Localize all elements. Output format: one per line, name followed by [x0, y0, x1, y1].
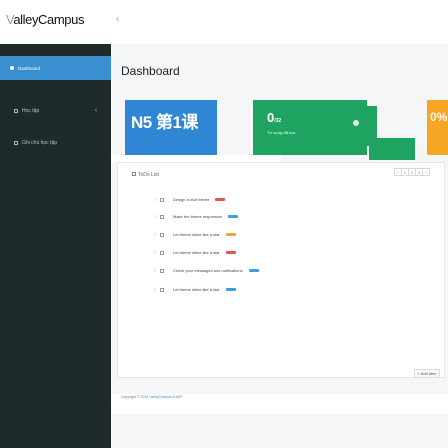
sidebar-item-label: Ghi chú học tập — [22, 140, 58, 146]
todo-item[interactable]: ⁝⁝ Let theme shine like a star — [118, 250, 236, 255]
sidebar-item-ghi-chu[interactable]: Ghi chú học tập — [0, 136, 111, 150]
course-card[interactable]: N5 第1课 — [125, 100, 217, 155]
todo-item[interactable]: ⁝⁝ Let theme shine like a star — [118, 287, 236, 292]
sidebar-item-dashboard[interactable]: Dashboard — [0, 56, 111, 80]
progress-percent-card[interactable]: 0% — [427, 100, 448, 155]
todo-text: Make the theme responsive — [173, 214, 223, 219]
add-item-button[interactable]: + Add item — [414, 369, 440, 378]
chevron-left-icon: ‹ — [95, 108, 97, 114]
app-logo[interactable]: ValleyCampus — [6, 12, 84, 27]
sidebar-item-label: Học tập — [22, 108, 40, 114]
page-next[interactable]: › — [422, 168, 430, 176]
status-badge — [225, 251, 236, 254]
todo-item[interactable]: ⁝⁝ Design a nice theme — [118, 197, 226, 202]
todo-text: Check your messages and notifications — [173, 268, 243, 273]
todo-checkbox[interactable] — [160, 287, 164, 292]
sidebar: Dashboard Học tập ‹ Ghi chú học tập — [0, 44, 111, 448]
todo-checkbox[interactable] — [160, 232, 164, 237]
status-badge — [248, 269, 259, 272]
footer-brand-link[interactable]: ValleyCampus — [149, 395, 171, 399]
todo-item[interactable]: ⁝⁝ Make the theme responsive — [118, 214, 239, 219]
vocab-count-value: 0/32 — [267, 110, 282, 125]
status-badge — [228, 215, 239, 218]
status-badge — [215, 198, 226, 201]
progress-percent-value: 0% — [430, 110, 448, 124]
badge-icon — [353, 120, 359, 126]
sidebar-item-label: Dashboard — [18, 65, 41, 71]
sidebar-toggle-icon[interactable]: ‹ — [116, 14, 119, 25]
sidebar-item-hoc-tap[interactable]: Học tập ‹ — [0, 104, 111, 118]
todo-text: Let theme shine like a star — [173, 287, 220, 292]
todo-panel: ToDo List ‹ 1 2 3 › ⁝⁝ Design a nice them… — [117, 162, 445, 378]
decorative-block — [369, 138, 415, 160]
circle-icon — [10, 66, 14, 70]
todo-text: Let theme shine like a star — [173, 250, 220, 255]
book-icon — [14, 109, 18, 113]
status-badge — [225, 233, 236, 236]
todo-pagination: ‹ 1 2 3 › — [394, 168, 430, 176]
note-icon — [14, 141, 18, 145]
page-title: Dashboard — [121, 64, 180, 78]
vocab-count-card[interactable]: 0/32 Từ vựng đã học — [253, 100, 367, 155]
todo-text: Let theme shine like a star — [173, 232, 220, 237]
todo-checkbox[interactable] — [160, 250, 164, 255]
todo-checkbox[interactable] — [160, 214, 164, 219]
top-bar: ValleyCampus ‹ — [0, 0, 448, 44]
footer: Copyright © 2018 ValleyCampus & ASP — [111, 394, 448, 414]
main-content: Dashboard N5 第1课 0/32 Từ vựng đã học 0% … — [111, 44, 448, 448]
todo-header: ToDo List — [132, 172, 159, 178]
course-name: N5 第1课 — [131, 113, 198, 132]
todo-text: Design a nice theme — [173, 197, 210, 202]
footer-copyright: Copyright © 2018 ValleyCampus & ASP — [121, 395, 183, 399]
todo-checkbox[interactable] — [160, 197, 164, 202]
todo-item[interactable]: ⁝⁝ Let theme shine like a star — [118, 232, 236, 237]
todo-checkbox[interactable] — [160, 268, 164, 273]
vocab-count-label: Từ vựng đã học — [267, 130, 296, 135]
status-badge — [225, 288, 236, 291]
todo-list-icon — [132, 172, 136, 176]
todo-item[interactable]: ⁝⁝ Check your messages and notifications — [118, 268, 259, 273]
